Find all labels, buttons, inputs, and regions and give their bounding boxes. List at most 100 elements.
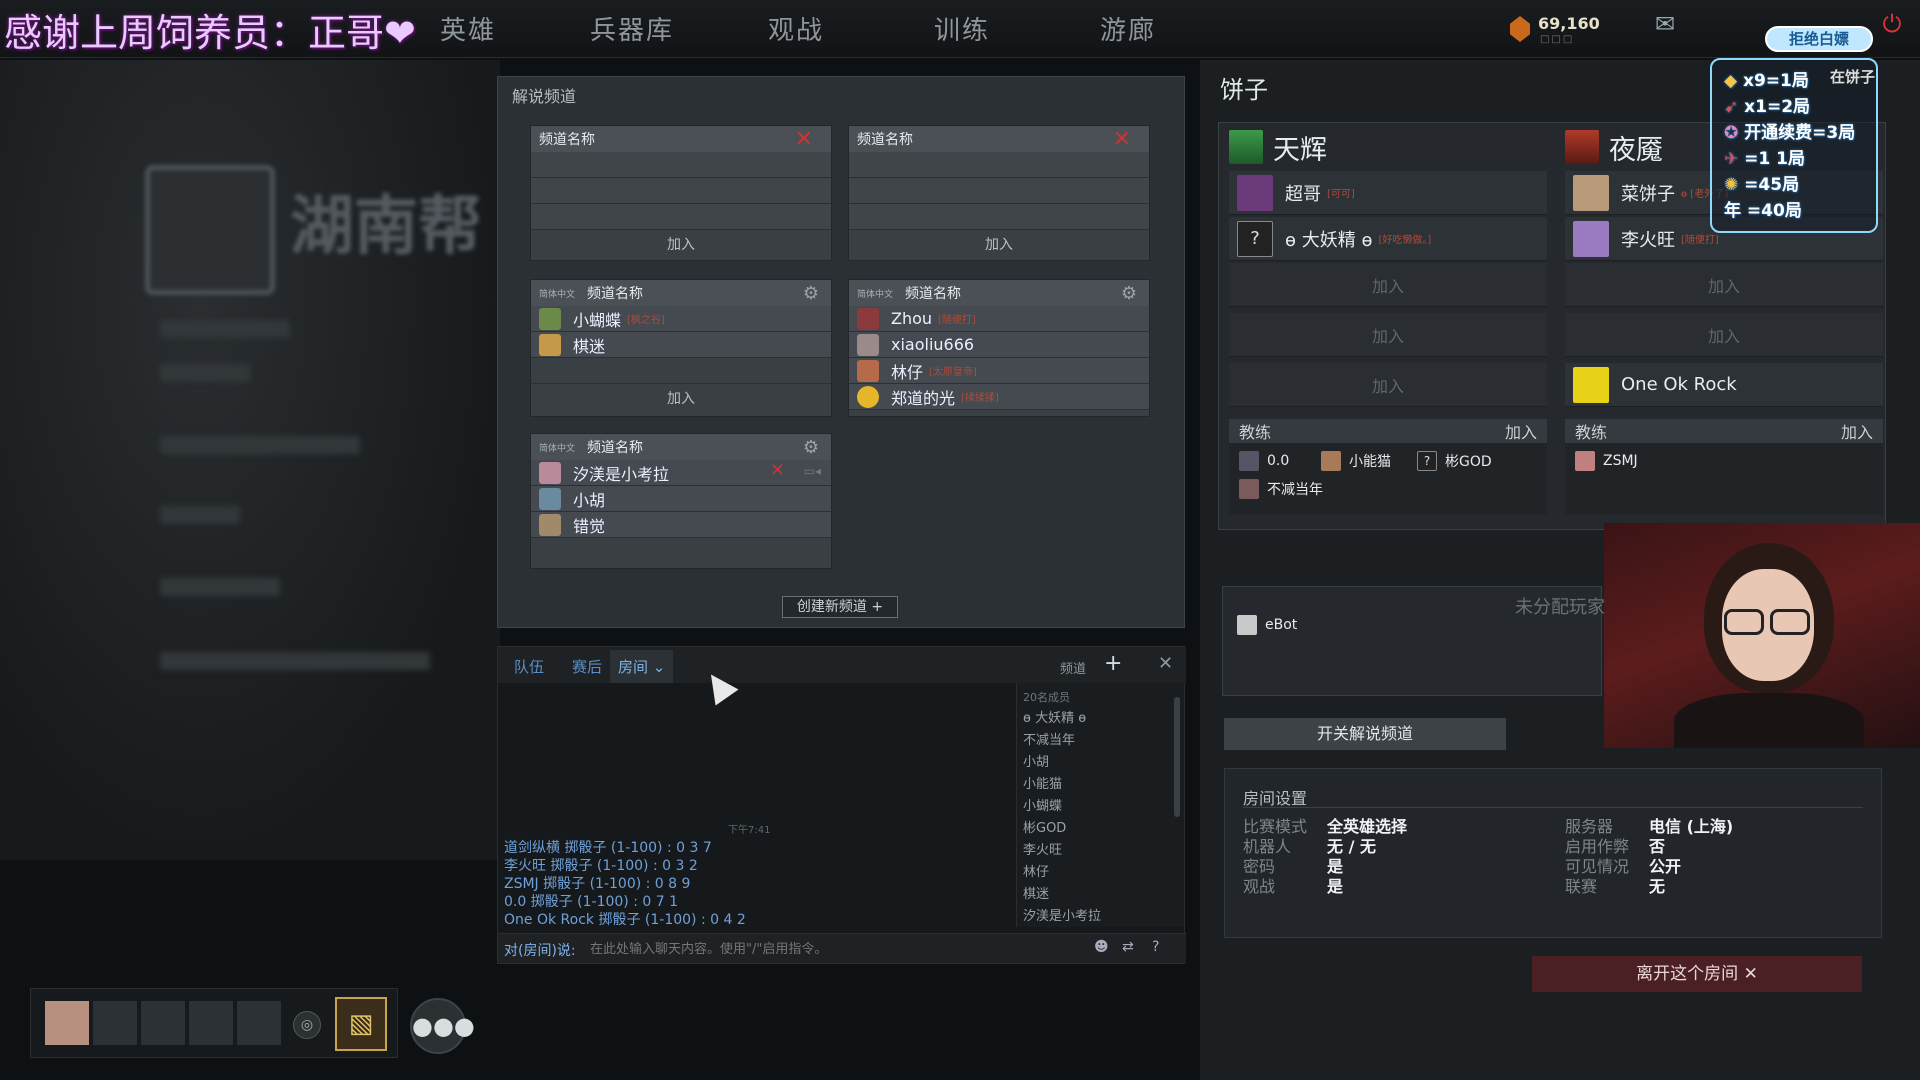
channel-member[interactable]: 错觉 [531, 512, 831, 538]
dire-player-slot[interactable]: One Ok Rock [1565, 363, 1883, 407]
currency-dots: □□□ [1540, 34, 1575, 45]
channel-member[interactable]: 林仔 [太原皇帝] [849, 358, 1149, 384]
member-item[interactable]: 李火旺 [1023, 839, 1062, 858]
channel-header: 频道名称 ✕ [849, 126, 1149, 152]
menu-icon[interactable]: ●●● [410, 998, 475, 1054]
close-icon[interactable]: ✕ [1113, 127, 1131, 152]
channel-member[interactable]: xiaoliu666 [849, 332, 1149, 358]
coach-header: 教练 加入 [1229, 419, 1547, 443]
member-item[interactable]: 小能猫 [1023, 773, 1062, 792]
nav-tab-learn[interactable]: 训练 [934, 10, 990, 47]
profile-name-blurred: 湖南帮 [290, 190, 482, 264]
channel-member[interactable]: Zhou [随便打] [849, 306, 1149, 332]
member-tag: [枫之谷] [627, 315, 665, 326]
translate-icon[interactable]: ⇄ [1122, 939, 1134, 955]
unknown-avatar-icon: ? [1417, 451, 1437, 471]
nav-tab-arcade[interactable]: 游廊 [1100, 10, 1156, 47]
member-item[interactable]: 小蝴蝶 [1023, 795, 1062, 814]
member-item[interactable]: 小胡 [1023, 751, 1049, 770]
nav-tab-heroes[interactable]: 英雄 [440, 10, 496, 47]
avatar[interactable] [45, 1001, 89, 1045]
chat-panel: 队伍 赛后 房间 ⌄ 频道 + ✕ 20名成员 ɵ 大妖精 ɵ 不减当年 小胡 … [497, 646, 1186, 964]
coach-item[interactable]: ZSMJ [1575, 451, 1638, 471]
create-channel-button[interactable]: 创建新频道 + [782, 596, 898, 618]
join-button[interactable]: 加入 [531, 384, 831, 412]
party-slot-empty[interactable] [93, 1001, 137, 1045]
leave-room-button[interactable]: 离开这个房间 ✕ [1532, 956, 1862, 992]
avatar [857, 385, 879, 408]
member-item[interactable]: 林仔 [1023, 861, 1049, 880]
nav-tab-watch[interactable]: 观战 [768, 10, 824, 47]
radiant-icon [1229, 130, 1263, 164]
gift-icon: ◆ [1724, 71, 1743, 91]
emoji-icon[interactable]: ☻ [1094, 939, 1109, 955]
chat-input-prefix: 对(房间)说: [504, 943, 576, 959]
member-item[interactable]: 不减当年 [1023, 729, 1075, 748]
channel-card: 简体中文 频道名称 ⚙ 汐渼是小考拉 ✕ ▭◂ 小胡 错觉 [530, 433, 832, 569]
channel-header: 简体中文 频道名称 ⚙ [531, 280, 831, 306]
radiant-name: 天辉 [1273, 134, 1327, 166]
gift-icon: ➹ [1724, 97, 1745, 117]
coach-join-button[interactable]: 加入 [1505, 419, 1537, 443]
rank-medal-icon[interactable]: ▧ [335, 997, 387, 1051]
shard-icon [1510, 16, 1530, 42]
join-slot[interactable]: 加入 [1229, 313, 1547, 357]
avatar [539, 333, 561, 356]
coach-item[interactable]: ? 彬GOD [1417, 451, 1492, 471]
channel-header: 简体中文 频道名称 ⚙ [531, 434, 831, 460]
gear-icon[interactable]: ⚙ [1121, 283, 1137, 304]
add-icon[interactable]: + [1104, 651, 1122, 676]
close-icon[interactable]: ✕ [1158, 653, 1173, 674]
setting-key: 观战 [1243, 877, 1276, 896]
tab-postgame[interactable]: 赛后 [572, 656, 602, 677]
unassigned-player[interactable]: eBot [1237, 615, 1297, 635]
chat-message: 李火旺 掷骰子 (1-100) : 0 3 2 [504, 858, 698, 874]
gear-icon[interactable]: ⚙ [803, 283, 819, 304]
unassigned-players-box: 未分配玩家 eBot [1222, 586, 1605, 696]
chat-input[interactable] [590, 938, 1070, 960]
channel-member[interactable]: 小胡 [531, 486, 831, 512]
coach-join-button[interactable]: 加入 [1841, 419, 1873, 443]
join-slot[interactable]: 加入 [1565, 263, 1883, 307]
currency-display[interactable]: 69,160 □□□ [1510, 12, 1630, 46]
join-button[interactable]: 加入 [849, 230, 1149, 258]
avatar [539, 461, 561, 484]
channel-member[interactable]: 小蝴蝶 [枫之谷] [531, 306, 831, 332]
coach-item[interactable]: 小能猫 [1321, 451, 1391, 471]
scrollbar[interactable] [1174, 697, 1180, 817]
toggle-commentary-button[interactable]: 开关解说频道 [1224, 718, 1506, 750]
join-slot[interactable]: 加入 [1229, 263, 1547, 307]
join-button[interactable]: 加入 [531, 230, 831, 258]
profile-avatar [145, 165, 275, 295]
party-bar: ◎ ▧ [30, 988, 398, 1058]
member-name: 错觉 [573, 516, 606, 536]
close-icon[interactable]: ✕ [770, 460, 785, 481]
coach-item[interactable]: 0.0 [1239, 451, 1289, 471]
gear-icon[interactable]: ⚙ [803, 437, 819, 458]
nav-tab-armory[interactable]: 兵器库 [590, 10, 674, 47]
channel-member[interactable]: 郑道的光 [揉揉揉] [849, 384, 1149, 410]
close-icon[interactable]: ✕ [795, 127, 813, 152]
party-slot-empty[interactable] [189, 1001, 233, 1045]
join-slot[interactable]: 加入 [1565, 313, 1883, 357]
radiant-player-slot[interactable]: 超哥 [可可] [1229, 171, 1547, 215]
radiant-player-slot[interactable]: ? ɵ 大妖精 ɵ [好吃懒做。] [1229, 217, 1547, 261]
member-item[interactable]: 汐渼是小考拉 [1023, 905, 1101, 924]
tab-team[interactable]: 队伍 [514, 656, 544, 677]
tab-room[interactable]: 房间 ⌄ [610, 650, 674, 683]
channel-member[interactable]: 汐渼是小考拉 ✕ ▭◂ [531, 460, 831, 486]
join-slot[interactable]: 加入 [1229, 363, 1547, 407]
mail-icon[interactable]: ✉ [1645, 10, 1685, 46]
coach-item[interactable]: 不减当年 [1239, 479, 1323, 499]
help-icon[interactable]: ? [1152, 939, 1159, 955]
channel-member[interactable]: 棋迷 [531, 332, 831, 358]
member-item[interactable]: 棋迷 [1023, 883, 1049, 902]
party-slot-empty[interactable] [237, 1001, 281, 1045]
headset-icon[interactable]: ◎ [293, 1011, 321, 1039]
member-item[interactable]: ɵ 大妖精 ɵ [1023, 707, 1086, 726]
channel-label[interactable]: 频道 [1060, 658, 1086, 677]
member-item[interactable]: 彬GOD [1023, 817, 1066, 836]
empty-slot [531, 358, 831, 384]
power-icon[interactable]: ⏻ [1872, 10, 1912, 46]
party-slot-empty[interactable] [141, 1001, 185, 1045]
